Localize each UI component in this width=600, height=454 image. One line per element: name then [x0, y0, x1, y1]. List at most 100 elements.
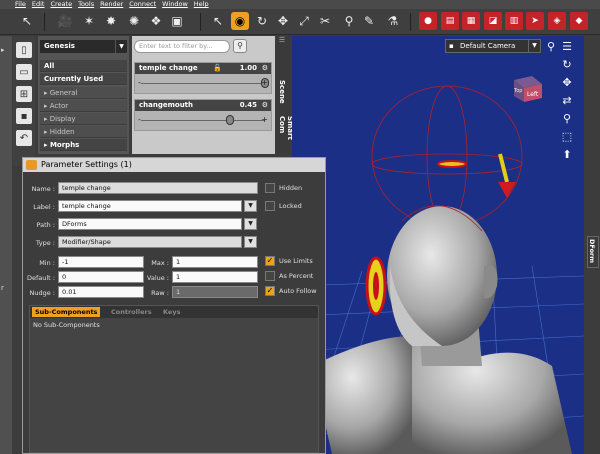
search-icon[interactable]: ⚲ — [233, 39, 247, 53]
panel-menu-icon[interactable]: ☰ — [278, 36, 286, 44]
tab-sub-components[interactable]: Sub-Components — [32, 307, 101, 317]
undo-icon[interactable]: ↶ — [16, 130, 32, 146]
tab-dform[interactable]: DForm — [587, 236, 599, 268]
chevron-down-icon[interactable]: ▼ — [528, 40, 540, 52]
label-field[interactable]: temple change ▼ — [58, 200, 257, 212]
menu-render[interactable]: Render — [100, 0, 123, 9]
universal-tool-icon[interactable]: ◉ — [231, 12, 249, 30]
scale-tool-icon[interactable]: ⤢ — [295, 12, 313, 30]
dialog-title-bar[interactable]: Parameter Settings (1) — [23, 158, 325, 172]
menu-create[interactable]: Create — [50, 0, 72, 9]
category-display[interactable]: ▸ Display — [40, 113, 127, 125]
render-library-icon[interactable]: ▤ — [441, 12, 459, 30]
category-morphs[interactable]: ▸ Morphs — [40, 139, 127, 151]
filter-input[interactable]: Enter text to filter by... — [134, 40, 230, 53]
increment-icon[interactable]: + — [261, 78, 268, 87]
hidden-checkbox[interactable] — [265, 183, 275, 193]
save-file-icon[interactable]: ▪ — [16, 108, 32, 124]
tab-scene[interactable]: Scene — [278, 80, 286, 104]
panel-menu-icon[interactable]: ☰ — [560, 40, 574, 54]
menu-tools[interactable]: Tools — [78, 0, 94, 9]
menu-edit[interactable]: Edit — [32, 0, 45, 9]
chevron-down-icon[interactable]: ▼ — [244, 236, 257, 248]
menu-window[interactable]: Window — [162, 0, 188, 9]
menu-help[interactable]: Help — [194, 0, 209, 9]
edge-tab-icon[interactable]: ▸ — [1, 46, 5, 54]
menu-file[interactable]: File — [15, 0, 26, 9]
figure-selector[interactable]: Genesis ▼ — [40, 40, 127, 53]
max-field[interactable]: 1 — [172, 256, 258, 268]
spray-tool-icon[interactable]: ✎ — [360, 12, 378, 30]
menu-connect[interactable]: Connect — [129, 0, 156, 9]
category-actor[interactable]: ▸ Actor — [40, 100, 127, 112]
camera-create-icon[interactable]: 🎥 — [56, 12, 74, 30]
locked-checkbox[interactable] — [265, 201, 275, 211]
name-label: Name : — [31, 185, 55, 193]
viewport-options-icon[interactable]: ⚲ — [544, 40, 558, 54]
open-file-icon[interactable]: ▭ — [16, 64, 32, 80]
select-tool-icon[interactable]: ↖ — [209, 12, 227, 30]
rotate-tool-icon[interactable]: ↻ — [253, 12, 271, 30]
gear-icon[interactable]: ⚙ — [262, 100, 268, 111]
category-general[interactable]: ▸ General — [40, 87, 127, 99]
node-weight-icon[interactable]: ⚲ — [340, 12, 358, 30]
dolly-icon[interactable]: ⇄ — [560, 94, 574, 108]
merge-file-icon[interactable]: ⊞ — [16, 86, 32, 102]
slider-temple-change[interactable]: temple change 🔓 1.00 ⚙ - + — [134, 62, 272, 94]
increment-icon[interactable]: + — [261, 115, 268, 124]
surfaces-pane-icon[interactable]: ◈ — [548, 12, 566, 30]
value-field[interactable]: 1 — [172, 271, 258, 283]
viewport[interactable]: ▪ Default Camera ▼ ⚲ ☰ ↻ ✥ ⇄ ⚲ ⬚ ⬆ Top L… — [292, 36, 584, 454]
content-library-icon[interactable]: ▦ — [462, 12, 480, 30]
slider-value[interactable]: 1.00 — [240, 63, 257, 74]
slider-knob[interactable] — [226, 115, 235, 125]
use-limits-checkbox[interactable]: ✓ — [265, 256, 275, 266]
render-icon[interactable]: ● — [419, 12, 437, 30]
frame-icon[interactable]: ⬚ — [560, 130, 574, 144]
pan-icon[interactable]: ✥ — [560, 76, 574, 90]
help-pointer-icon[interactable]: ↖ — [18, 12, 36, 30]
lights-pane-icon[interactable]: ◆ — [570, 12, 588, 30]
chevron-down-icon[interactable]: ▼ — [115, 40, 127, 53]
spotlight-icon[interactable]: ✸ — [102, 12, 120, 30]
path-field[interactable]: DForms ▼ — [58, 218, 257, 230]
orbit-icon[interactable]: ↻ — [560, 58, 574, 72]
reset-view-icon[interactable]: ⬆ — [560, 148, 574, 162]
new-file-icon[interactable]: ▯ — [16, 42, 32, 58]
camera-selector[interactable]: ▪ Default Camera ▼ — [445, 39, 541, 53]
translate-tool-icon[interactable]: ✥ — [274, 12, 292, 30]
surface-selection-icon[interactable]: ⚗ — [384, 12, 402, 30]
distant-light-icon[interactable]: ✺ — [125, 12, 143, 30]
category-all[interactable]: All — [40, 60, 127, 72]
render-settings-icon[interactable]: ▣ — [168, 12, 186, 30]
category-currently-used[interactable]: Currently Used — [40, 73, 127, 85]
file-toolbar: ▯ ▭ ⊞ ▪ ↶ — [13, 36, 35, 166]
smart-content-icon[interactable]: ◪ — [484, 12, 502, 30]
primitive-icon[interactable]: ❖ — [147, 12, 165, 30]
slider-value[interactable]: 0.45 — [240, 100, 257, 111]
default-field[interactable]: 0 — [58, 271, 144, 283]
joint-editor-icon[interactable]: ✂ — [316, 12, 334, 30]
type-field[interactable]: Modifier/Shape ▼ — [58, 236, 257, 248]
lock-icon[interactable]: 🔓 — [213, 63, 222, 74]
cube-left-label: Left — [527, 91, 539, 98]
shaping-pane-icon[interactable]: ➤ — [526, 12, 544, 30]
view-cube[interactable]: Top Left — [508, 74, 544, 104]
gear-icon[interactable]: ⚙ — [262, 63, 268, 74]
as-percent-checkbox[interactable] — [265, 271, 275, 281]
name-field[interactable]: temple change — [58, 182, 258, 194]
light-create-icon[interactable]: ✶ — [80, 12, 98, 30]
zoom-icon[interactable]: ⚲ — [560, 112, 574, 126]
slider-changemouth[interactable]: changemouth 0.45 ⚙ - + — [134, 99, 272, 131]
min-field[interactable]: -1 — [58, 256, 144, 268]
tab-controllers[interactable]: Controllers — [108, 307, 155, 317]
tab-keys[interactable]: Keys — [160, 307, 183, 317]
chevron-down-icon[interactable]: ▼ — [244, 218, 257, 230]
category-hidden[interactable]: ▸ Hidden — [40, 126, 127, 138]
side-tabs: ☰ Scene Smart Com — [276, 36, 294, 154]
chevron-down-icon[interactable]: ▼ — [244, 200, 257, 212]
as-percent-label: As Percent — [279, 272, 314, 280]
auto-follow-checkbox[interactable]: ✓ — [265, 286, 275, 296]
parameters-pane-icon[interactable]: ▥ — [505, 12, 523, 30]
nudge-field[interactable]: 0.01 — [58, 286, 144, 298]
